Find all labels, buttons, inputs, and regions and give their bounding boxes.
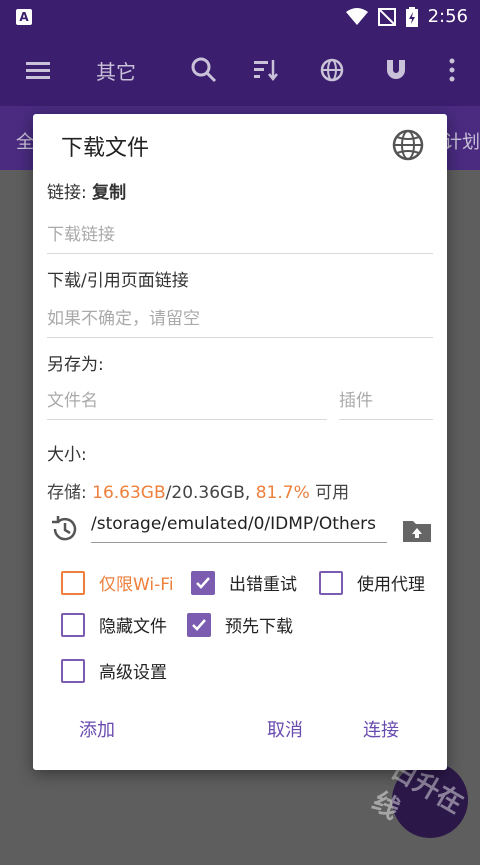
tab-all[interactable]: 全 xyxy=(16,128,34,154)
checkbox-advanced[interactable] xyxy=(61,658,85,683)
dialog-title: 下载文件 xyxy=(61,136,150,161)
page-title: 其它 xyxy=(96,60,136,84)
menu-icon[interactable] xyxy=(24,56,52,84)
search-icon[interactable] xyxy=(190,56,218,84)
download-link-input[interactable]: 下载链接 xyxy=(47,220,433,254)
checkbox-retry-on-error[interactable] xyxy=(191,570,215,595)
storage-total: 20.36GB, xyxy=(171,483,251,503)
browser-globe-icon[interactable] xyxy=(391,128,425,162)
option-hide-file[interactable]: 隐藏文件 xyxy=(61,612,167,637)
option-wifi-only[interactable]: 仅限Wi-Fi xyxy=(61,570,174,595)
storage-free: 16.63GB xyxy=(92,483,166,503)
plugin-input[interactable]: 插件 xyxy=(339,386,433,420)
option-retry-on-error[interactable]: 出错重试 xyxy=(191,570,297,595)
referrer-label: 下载/引用页面链接 xyxy=(47,271,189,291)
app-bar: 其它 xyxy=(0,34,480,106)
option-use-proxy[interactable]: 使用代理 xyxy=(319,570,425,595)
save-path-input[interactable]: /storage/emulated/0/IDMP/Others xyxy=(91,514,387,543)
referrer-input[interactable]: 如果不确定，请留空 xyxy=(47,304,433,338)
sort-icon[interactable] xyxy=(252,56,280,84)
check-icon xyxy=(192,618,206,631)
tab-scheduled[interactable]: 计划 xyxy=(444,128,480,154)
option-label: 隐藏文件 xyxy=(99,617,167,637)
magnet-icon[interactable] xyxy=(382,56,410,84)
app-notification-icon: A xyxy=(16,9,32,25)
add-button[interactable]: 添加 xyxy=(79,716,115,742)
storage-percent: 81.7% xyxy=(255,483,310,503)
folder-upload-icon[interactable] xyxy=(403,518,431,542)
copy-link-button[interactable]: 复制 xyxy=(92,183,126,203)
more-options-icon[interactable] xyxy=(438,56,466,84)
wifi-icon xyxy=(345,7,368,25)
checkbox-wifi-only[interactable] xyxy=(61,570,85,595)
check-icon xyxy=(196,576,210,589)
link-label-row: 链接: 复制 xyxy=(47,178,126,203)
option-pre-download[interactable]: 预先下载 xyxy=(187,612,293,637)
option-label: 使用代理 xyxy=(357,575,425,595)
size-label: 大小: xyxy=(47,445,87,465)
storage-suffix: 可用 xyxy=(315,483,350,503)
cancel-button[interactable]: 取消 xyxy=(267,716,303,742)
option-label: 高级设置 xyxy=(99,663,167,683)
option-label: 仅限Wi-Fi xyxy=(99,575,174,595)
checkbox-hide-file[interactable] xyxy=(61,612,85,637)
battery-charging-icon xyxy=(405,6,418,27)
connect-button[interactable]: 连接 xyxy=(363,716,399,742)
checkbox-use-proxy[interactable] xyxy=(319,570,343,595)
save-as-label: 另存为: xyxy=(47,355,104,375)
download-dialog: 下载文件 链接: 复制 下载链接 下载/引用页面链接 如果不确定，请留空 另存为… xyxy=(33,114,447,770)
link-label: 链接: xyxy=(47,183,87,203)
globe-icon[interactable] xyxy=(318,56,346,84)
status-bar: A 2:56 xyxy=(0,0,480,34)
checkbox-pre-download[interactable] xyxy=(187,612,211,637)
storage-info: 存储: 16.63GB/20.36GB, 81.7% 可用 xyxy=(47,478,349,503)
storage-label: 存储: xyxy=(47,483,87,503)
option-label: 预先下载 xyxy=(225,617,293,637)
filename-input[interactable]: 文件名 xyxy=(47,386,327,420)
history-icon[interactable] xyxy=(49,514,79,544)
signal-off-icon xyxy=(377,7,396,26)
clock: 2:56 xyxy=(427,6,468,27)
option-advanced[interactable]: 高级设置 xyxy=(61,658,167,683)
option-label: 出错重试 xyxy=(229,575,297,595)
